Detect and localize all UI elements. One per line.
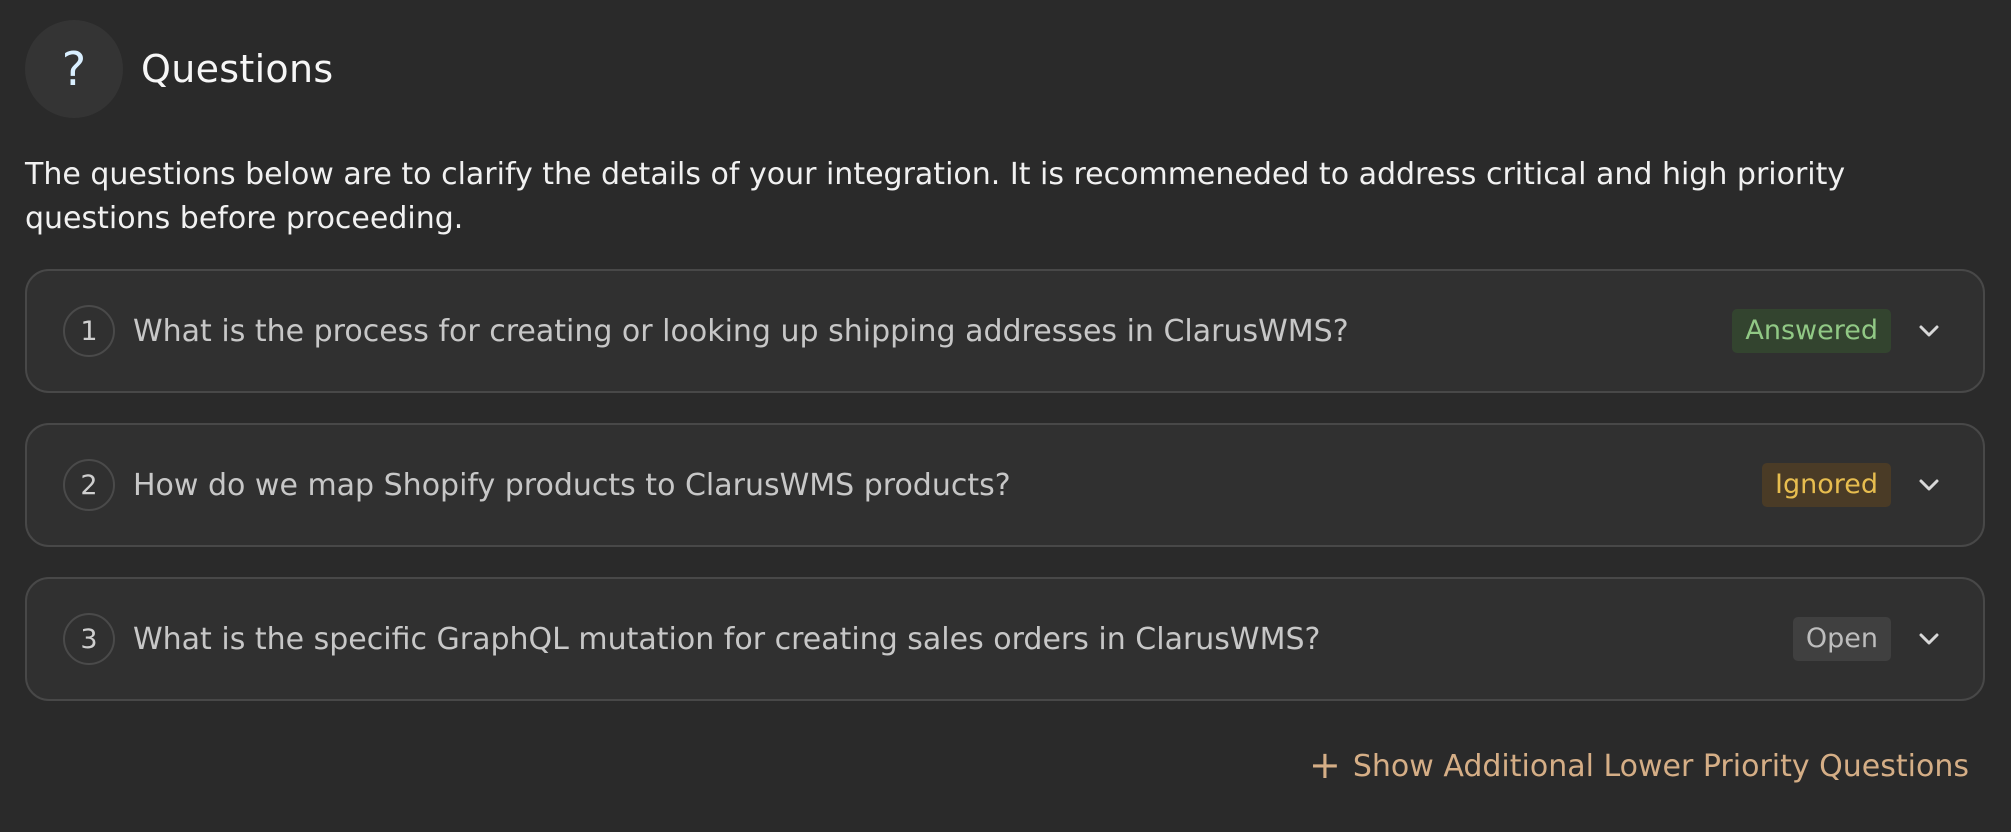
- question-mark-glyph: ?: [61, 42, 87, 96]
- page-title: Questions: [141, 47, 334, 91]
- question-text: What is the specific GraphQL mutation fo…: [133, 621, 1321, 657]
- status-badge-answered: Answered: [1732, 309, 1891, 353]
- question-mark-icon: ?: [25, 20, 123, 118]
- question-number-badge: 3: [63, 613, 115, 665]
- question-card-1[interactable]: 1 What is the process for creating or lo…: [25, 269, 1985, 393]
- show-additional-questions-button[interactable]: + Show Additional Lower Priority Questio…: [1309, 743, 1969, 787]
- status-badge-open: Open: [1792, 617, 1891, 661]
- question-card-3[interactable]: 3 What is the specific GraphQL mutation …: [25, 577, 1985, 701]
- question-card-2[interactable]: 2 How do we map Shopify products to Clar…: [25, 423, 1985, 547]
- questions-header: ? Questions: [25, 20, 333, 118]
- chevron-down-icon[interactable]: [1913, 623, 1945, 655]
- show-additional-questions-label: Show Additional Lower Priority Questions: [1352, 749, 1969, 784]
- chevron-down-icon[interactable]: [1913, 315, 1945, 347]
- chevron-down-icon[interactable]: [1913, 469, 1945, 501]
- intro-text: The questions below are to clarify the d…: [25, 157, 1846, 236]
- question-number-badge: 1: [63, 305, 115, 357]
- plus-icon: +: [1309, 743, 1341, 787]
- question-text: How do we map Shopify products to Clarus…: [133, 467, 1011, 503]
- question-number-badge: 2: [63, 459, 115, 511]
- questions-page: ? Questions The questions below are to c…: [0, 0, 2011, 832]
- question-text: What is the process for creating or look…: [133, 313, 1349, 349]
- questions-list: 1 What is the process for creating or lo…: [25, 269, 1985, 731]
- status-badge-ignored: Ignored: [1762, 463, 1891, 507]
